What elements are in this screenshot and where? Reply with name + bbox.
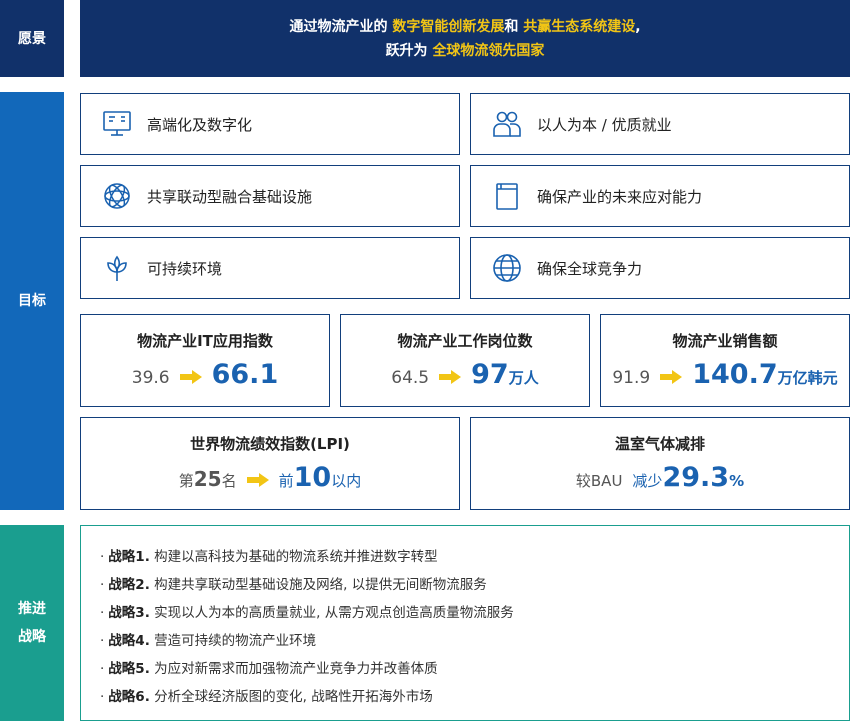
kpi-old-value: 25 [193,467,222,491]
network-icon [101,180,133,212]
kpi-old-value: 64.5 [391,368,430,388]
kpi-old-value: 39.6 [131,368,170,388]
list-item: · 战略6. 分析全球经济版图的变化, 战略性开拓海外市场 [100,689,433,705]
list-item: · 战略5. 为应对新需求而加强物流产业竞争力并改善体质 [100,661,438,677]
vision-statement: 通过物流产业的 数字智能创新发展和 共赢生态系统建设, 跃升为 全球物流领先国家 [80,0,850,77]
kpi-sales: 物流产业销售额 91.9 140.7 万亿韩元 [600,314,850,407]
arrow-right-icon [660,370,683,384]
goal-sustainability: 可持续环境 [80,237,460,299]
kpi-title: 物流产业IT应用指数 [137,332,273,350]
vision-line-2: 跃升为 全球物流领先国家 [385,42,545,59]
list-item: · 战略3. 实现以人为本的高质量就业, 从需方观点创造高质量物流服务 [100,605,514,621]
arrow-right-icon [439,370,462,384]
book-icon [491,180,523,212]
list-item: · 战略4. 营造可持续的物流产业环境 [100,633,317,649]
kpi-jobs: 物流产业工作岗位数 64.5 97 万人 [340,314,590,407]
vision-label: 愿景 [0,0,64,77]
strategy-list: · 战略1. 构建以高科技为基础的物流系统并推进数字转型 · 战略2. 构建共享联动… [80,525,850,721]
list-item: · 战略2. 构建共享联动型基础设施及网络, 以提供无间断物流服务 [100,577,487,593]
kpi-title: 物流产业工作岗位数 [397,332,533,350]
goal-people-centered: 以人为本 / 优质就业 [470,93,850,155]
globe-icon [491,252,523,284]
kpi-title: 物流产业销售额 [672,332,778,350]
monitor-icon [101,108,133,140]
kpi-title: 温室气体减排 [614,435,705,453]
arrow-right-icon [179,370,202,384]
kpi-unit: 万人 [508,369,539,387]
kpi-unit: 万亿韩元 [777,369,838,387]
kpi-unit: % [729,472,745,490]
kpi-new-value: 97 [471,359,509,390]
kpi-lpi: 世界物流绩效指数(LPI) 第 25 名 前 10 以内 [80,417,460,510]
kpi-new-value: 29.3 [662,462,730,493]
goals-label: 目标 [0,92,64,510]
kpi-old-value: 91.9 [612,368,651,388]
kpi-it-index: 物流产业IT应用指数 39.6 66.1 [80,314,330,407]
kpi-new-value: 140.7 [692,359,778,390]
kpi-new-value: 66.1 [211,359,279,390]
kpi-title: 世界物流绩效指数(LPI) [190,435,350,453]
sprout-icon [101,252,133,284]
arrow-right-icon [246,473,269,487]
people-icon [491,108,523,140]
list-item: · 战略1. 构建以高科技为基础的物流系统并推进数字转型 [100,549,438,565]
goal-global-competitiveness: 确保全球竞争力 [470,237,850,299]
goal-digitalization: 高端化及数字化 [80,93,460,155]
kpi-ghg: 温室气体减排 较BAU 减少 29.3% [470,417,850,510]
goal-infrastructure: 共享联动型融合基础设施 [80,165,460,227]
strategy-label: 推进 战略 [0,525,64,721]
kpi-new-value: 10 [293,462,332,493]
vision-line-1: 通过物流产业的 数字智能创新发展和 共赢生态系统建设, [289,18,641,35]
goal-future-readiness: 确保产业的未来应对能力 [470,165,850,227]
